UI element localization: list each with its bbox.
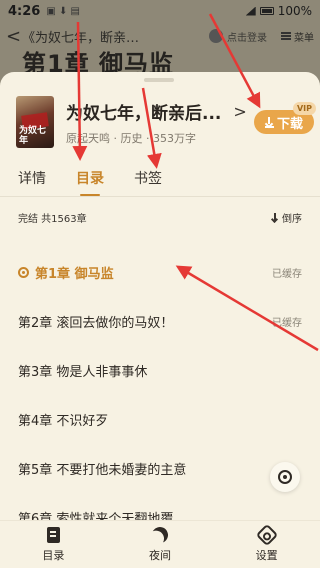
chapter-title: 第5章 不要打他未婚妻的主意 (18, 463, 187, 478)
bottom-catalog-button[interactable]: 目录 (0, 521, 107, 568)
sheet-grabber[interactable] (144, 78, 174, 82)
tab-bookmarks[interactable]: 书签 (134, 168, 162, 194)
catalog-icon (46, 526, 60, 543)
current-chapter-icon (18, 267, 29, 278)
chapter-item[interactable]: 第3章 物是人非事事休 (0, 346, 320, 395)
chapter-cached-status: 已缓存 (272, 269, 302, 280)
tab-details[interactable]: 详情 (18, 168, 46, 194)
bottom-catalog-label: 目录 (42, 548, 65, 562)
login-label: 点击登录 (227, 32, 267, 44)
tab-divider (0, 196, 320, 197)
tab-catalog[interactable]: 目录 (76, 168, 104, 196)
book-title: 为奴七年，断亲后... (66, 103, 222, 124)
chevron-right-icon: > (233, 101, 247, 121)
menu-button[interactable]: 菜单 (281, 29, 314, 44)
chapter-list: 第1章 御马监 已缓存 第2章 滚回去做你的马奴！ 已缓存 第3章 物是人非事事… (0, 248, 320, 542)
sort-label: 倒序 (282, 214, 302, 225)
status-notification-icons: ▣ ⬇ ▤ (46, 5, 80, 17)
signal-icon (245, 6, 256, 16)
moon-icon (150, 524, 171, 545)
book-author: 原起天鸣 (66, 131, 110, 145)
gear-icon (255, 523, 278, 546)
book-cover: 为奴七年 (16, 96, 54, 148)
catalog-sheet: 为奴七年 为奴七年，断亲后... > 原起天鸣 · 历史 · 353万字 下载 … (0, 72, 320, 568)
bottom-night-label: 夜间 (149, 548, 171, 562)
chapter-title: 第4章 不识好歹 (18, 414, 109, 429)
chapter-title: 第2章 滚回去做你的马奴！ (18, 316, 174, 331)
vip-badge: VIP (292, 102, 316, 115)
locate-current-chapter-button[interactable] (270, 462, 300, 492)
back-icon[interactable]: < (6, 26, 22, 47)
chapter-item[interactable]: 第1章 御马监 已缓存 (0, 248, 320, 297)
bottom-night-button[interactable]: 夜间 (107, 521, 214, 568)
download-label: 下载 (276, 116, 303, 132)
catalog-header: 完结 共1563章 倒序 (18, 210, 302, 225)
battery-icon (259, 7, 274, 15)
chapter-title: 第3章 物是人非事事休 (18, 365, 148, 380)
user-avatar-icon (209, 29, 223, 43)
meta-separator: · (113, 131, 118, 145)
cover-title: 为奴七年 (19, 126, 47, 146)
status-time: 4:26 (8, 3, 41, 19)
bottom-settings-button[interactable]: 设置 (213, 521, 320, 568)
sort-toggle[interactable]: 倒序 (272, 210, 302, 225)
chapter-cached-status: 已缓存 (272, 318, 302, 329)
chapter-item[interactable]: 第4章 不识好歹 (0, 395, 320, 444)
book-word-count: 353万字 (153, 131, 196, 145)
catalog-summary: 完结 共1563章 (18, 214, 87, 225)
chapter-item[interactable]: 第2章 滚回去做你的马奴！ 已缓存 (0, 297, 320, 346)
meta-separator: · (146, 131, 150, 145)
reader-book-title: 《为奴七年，断亲后你... (22, 30, 152, 46)
bottom-settings-label: 设置 (255, 548, 278, 562)
target-icon (278, 470, 292, 484)
chapter-title: 第1章 御马监 (35, 267, 114, 282)
book-genre: 历史 (120, 131, 143, 145)
bottom-bar: 目录 夜间 设置 (0, 520, 320, 568)
status-right: 100% (245, 4, 312, 18)
tab-bar: 详情 目录 书签 (18, 168, 162, 196)
menu-icon (281, 32, 291, 40)
download-icon (264, 116, 274, 128)
sort-down-icon (272, 213, 278, 222)
login-button[interactable]: 点击登录 (209, 29, 267, 44)
menu-label: 菜单 (294, 32, 314, 44)
battery-level: 100% (277, 4, 312, 18)
status-bar: 4:26 ▣ ⬇ ▤ 100% (0, 0, 320, 22)
